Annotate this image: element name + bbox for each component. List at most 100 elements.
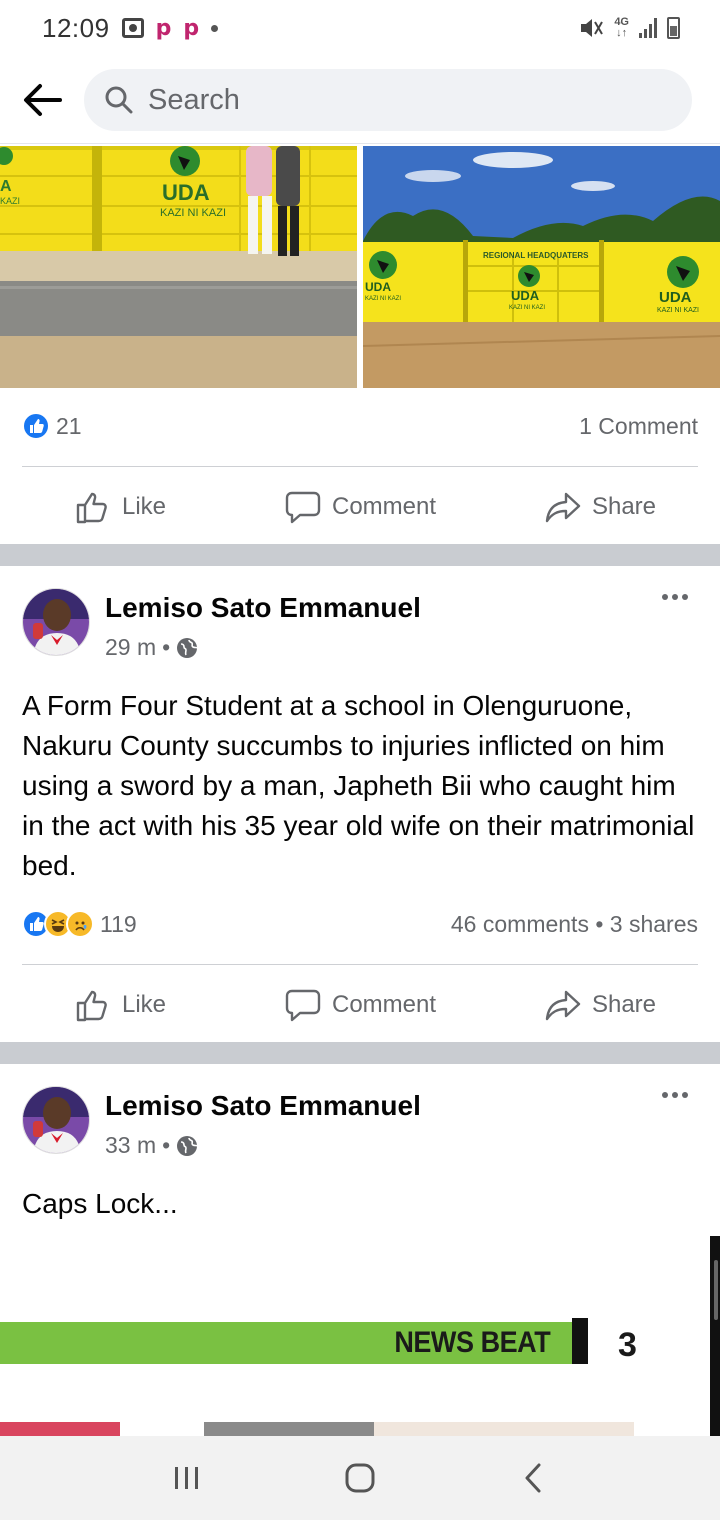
comment-bubble-icon — [285, 491, 321, 524]
feed-separator — [0, 544, 720, 566]
post-photo[interactable]: REGIONAL HEADQUATERS UDA KAZI NI KAZI UD… — [363, 146, 720, 388]
sign-uda-right: UDA — [659, 289, 692, 306]
like-label: Like — [121, 991, 167, 1018]
news-beat-label: NEWS BEAT — [394, 1326, 550, 1359]
sign-fragment-sub: KAZI — [0, 196, 20, 206]
more-options-button[interactable] — [662, 1092, 688, 1098]
post-meta: 29 m • — [105, 634, 198, 661]
network-type-icon: 4G ↓↑ — [614, 16, 629, 39]
engagement-summary[interactable]: 46 comments • 3 shares — [451, 911, 698, 938]
system-nav-bar — [0, 1436, 720, 1520]
post-actions: Like Comment Share — [0, 965, 720, 1045]
sign-uda-sub: KAZI NI KAZI — [160, 207, 226, 219]
post-photo[interactable]: A KAZI UDA KAZI NI KAZI — [0, 146, 357, 388]
share-label: Share — [591, 991, 657, 1018]
avatar-photo — [23, 1087, 89, 1153]
post-actions: Like Comment Share — [0, 467, 720, 547]
globe-icon — [177, 1135, 198, 1156]
home-button[interactable] — [330, 1448, 390, 1508]
share-label: Share — [591, 493, 657, 520]
avatar[interactable] — [22, 1086, 90, 1154]
post-image[interactable]: NEWS BEAT 3 — [0, 1236, 720, 1436]
uda-headquarters-photo: REGIONAL HEADQUATERS UDA KAZI NI KAZI UD… — [363, 146, 720, 388]
reaction-count: 21 — [56, 412, 82, 439]
mute-icon — [581, 19, 604, 37]
post-meta: 33 m • — [105, 1132, 198, 1159]
post-time[interactable]: 29 m — [105, 634, 156, 661]
screenshot-notification-icon — [121, 18, 144, 38]
app-p-icon: p — [183, 15, 200, 41]
post-author[interactable]: Lemiso Sato Emmanuel — [105, 592, 421, 624]
comment-count[interactable]: 1 Comment — [579, 413, 698, 440]
avatar[interactable] — [22, 588, 90, 656]
feed-separator — [0, 1042, 720, 1064]
post-header: Lemiso Sato Emmanuel 29 m • — [0, 586, 720, 666]
status-bar: 12:09 p p 4G ↓↑ — [0, 0, 720, 56]
share-arrow-icon — [545, 492, 581, 523]
back-nav-button[interactable] — [503, 1448, 563, 1508]
post-text: Caps Lock... — [22, 1188, 178, 1219]
more-dot-icon — [672, 594, 678, 600]
back-arrow-icon — [24, 84, 62, 116]
reaction-summary[interactable]: 119 46 comments • 3 shares — [22, 904, 698, 944]
status-time: 12:09 — [42, 12, 110, 43]
system-icons: 4G ↓↑ — [578, 16, 680, 40]
post-author[interactable]: Lemiso Sato Emmanuel — [105, 1090, 421, 1122]
back-button[interactable] — [18, 76, 66, 124]
chevron-left-icon — [525, 1463, 541, 1493]
share-button[interactable]: Share — [480, 986, 720, 1024]
meta-separator: • — [162, 634, 171, 660]
sign-uda-left: UDA — [365, 280, 391, 294]
home-icon — [345, 1463, 375, 1493]
news-number: 3 — [618, 1326, 637, 1364]
more-options-button[interactable] — [662, 594, 688, 600]
search-header — [0, 56, 720, 144]
like-reaction-icon — [22, 412, 50, 440]
more-dot-icon — [662, 1092, 668, 1098]
thumbs-up-icon — [76, 990, 107, 1022]
like-label: Like — [121, 493, 167, 520]
more-notifications-dot-icon — [211, 24, 219, 32]
notification-icons: p p — [121, 15, 219, 41]
like-button[interactable]: Like — [0, 488, 240, 526]
signal-icon — [639, 18, 657, 38]
comment-button[interactable]: Comment — [240, 986, 480, 1024]
post-header: Lemiso Sato Emmanuel 33 m • — [0, 1084, 720, 1164]
uda-wall-photo: A KAZI UDA KAZI NI KAZI — [0, 146, 357, 388]
more-dot-icon — [672, 1092, 678, 1098]
more-dot-icon — [662, 594, 668, 600]
share-button[interactable]: Share — [480, 488, 720, 526]
sign-uda-left-sub: KAZI NI KAZI — [365, 296, 401, 302]
post-time[interactable]: 33 m — [105, 1132, 156, 1159]
comment-bubble-icon — [285, 989, 321, 1022]
sign-fragment: A — [0, 178, 12, 195]
embed-scrollbar — [710, 1236, 720, 1436]
like-button[interactable]: Like — [0, 986, 240, 1024]
globe-icon — [177, 637, 198, 658]
more-dot-icon — [682, 594, 688, 600]
search-icon — [105, 86, 133, 114]
sign-uda-right-sub: KAZI NI KAZI — [657, 307, 699, 314]
comment-button[interactable]: Comment — [240, 488, 480, 526]
comment-label: Comment — [331, 991, 437, 1018]
sign-uda: UDA — [162, 180, 210, 205]
comment-label: Comment — [331, 493, 437, 520]
more-dot-icon — [682, 1092, 688, 1098]
embed-thumbnails — [0, 1422, 720, 1436]
search-bar[interactable] — [84, 69, 692, 131]
search-input[interactable] — [148, 83, 648, 117]
reaction-summary[interactable]: 21 1 Comment — [22, 406, 698, 446]
post-photo-grid[interactable]: A KAZI UDA KAZI NI KAZI REGIONAL HEADQUA… — [0, 146, 720, 388]
reaction-count: 119 — [100, 910, 137, 937]
post-text: A Form Four Student at a school in Oleng… — [22, 690, 695, 881]
sign-uda-mid: UDA — [511, 288, 540, 303]
news-bar-end — [572, 1318, 588, 1364]
sign-uda-mid-sub: KAZI NI KAZI — [509, 305, 545, 311]
thumbs-up-icon — [76, 492, 107, 524]
sad-reaction-icon — [66, 910, 94, 938]
recent-apps-icon — [174, 1467, 198, 1489]
recent-apps-button[interactable] — [157, 1448, 217, 1508]
banner-text: REGIONAL HEADQUATERS — [483, 251, 589, 260]
meta-separator: • — [162, 1132, 171, 1158]
share-arrow-icon — [545, 990, 581, 1021]
